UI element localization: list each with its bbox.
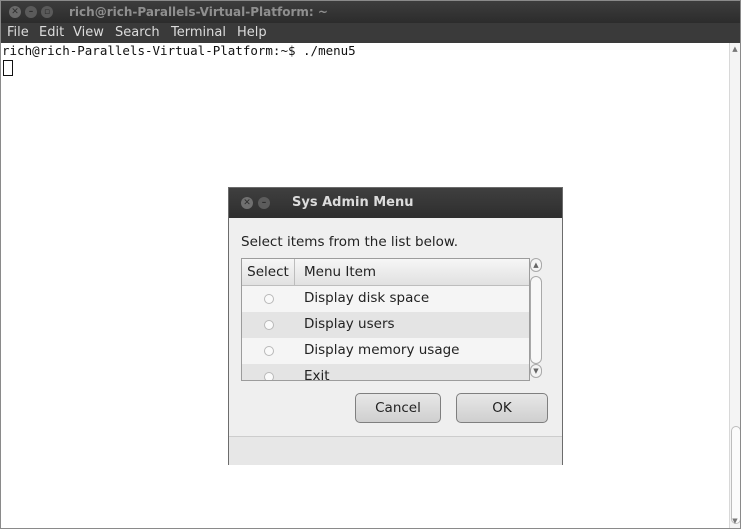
cancel-button[interactable]: Cancel [355, 393, 441, 423]
list-item-label: Display memory usage [304, 342, 460, 358]
sys-admin-dialog: ✕ – Sys Admin Menu Select items from the… [228, 187, 563, 465]
list-item[interactable]: Display memory usage [242, 338, 529, 364]
dialog-message: Select items from the list below. [241, 234, 459, 250]
chevron-up-icon[interactable]: ▲ [731, 45, 739, 53]
menu-edit[interactable]: Edit [39, 25, 64, 40]
radio-button[interactable] [264, 294, 274, 304]
menu-list: Select Menu Item Display disk space Disp… [241, 258, 530, 381]
dialog-title: Sys Admin Menu [292, 195, 414, 210]
chevron-up-icon[interactable]: ▲ [530, 258, 542, 272]
terminal-scrollbar[interactable]: ▲ ▼ [729, 43, 740, 528]
chevron-down-icon[interactable]: ▼ [731, 517, 739, 525]
dialog-titlebar: ✕ – Sys Admin Menu [229, 188, 562, 218]
menu-help[interactable]: Help [237, 25, 267, 40]
list-item-label: Display disk space [304, 290, 430, 306]
column-menu-item[interactable]: Menu Item [304, 259, 376, 285]
window-title: rich@rich-Parallels-Virtual-Platform: ~ [69, 5, 328, 19]
close-icon[interactable]: ✕ [9, 6, 21, 18]
radio-button[interactable] [264, 346, 274, 356]
minimize-icon[interactable]: – [25, 6, 37, 18]
menu-bar: File Edit View Search Terminal Help [1, 23, 740, 43]
menu-file[interactable]: File [7, 25, 29, 40]
ok-button[interactable]: OK [456, 393, 548, 423]
chevron-down-icon[interactable]: ▼ [530, 364, 542, 378]
close-icon[interactable]: ✕ [241, 197, 253, 209]
menu-search[interactable]: Search [115, 25, 160, 40]
list-item-label: Exit [304, 368, 330, 381]
menu-terminal[interactable]: Terminal [171, 25, 226, 40]
list-item[interactable]: Display users [242, 312, 529, 338]
text-cursor [3, 60, 13, 76]
column-select[interactable]: Select [242, 259, 295, 285]
list-item-label: Display users [304, 316, 395, 332]
scrollbar-thumb[interactable] [530, 276, 542, 364]
list-header: Select Menu Item [242, 259, 529, 286]
list-item[interactable]: Exit [242, 364, 529, 381]
menu-view[interactable]: View [73, 25, 104, 40]
prompt-line: rich@rich-Parallels-Virtual-Platform:~$ … [2, 43, 356, 58]
radio-button[interactable] [264, 320, 274, 330]
minimize-icon[interactable]: – [258, 197, 270, 209]
terminal-titlebar: ✕ – ▫ rich@rich-Parallels-Virtual-Platfo… [1, 1, 740, 23]
dialog-footer [229, 436, 562, 465]
list-item[interactable]: Display disk space [242, 286, 529, 312]
radio-button[interactable] [264, 372, 274, 380]
scrollbar-thumb[interactable] [731, 426, 740, 524]
list-scrollbar[interactable]: ▲ ▼ [529, 258, 543, 379]
maximize-icon[interactable]: ▫ [41, 6, 53, 18]
terminal-window: ✕ – ▫ rich@rich-Parallels-Virtual-Platfo… [0, 0, 741, 529]
